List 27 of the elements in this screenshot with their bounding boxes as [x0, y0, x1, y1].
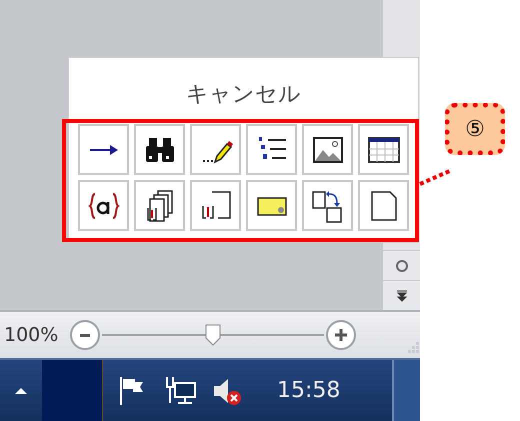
browse-section-button[interactable]	[302, 180, 353, 231]
browse-find-button[interactable]	[134, 124, 185, 175]
browse-page-button[interactable]	[358, 180, 409, 231]
zoom-out-button[interactable]	[70, 320, 100, 350]
double-down-arrow-icon	[396, 290, 408, 302]
clock[interactable]: 15:58	[277, 378, 340, 403]
browse-field-button[interactable]	[78, 180, 129, 231]
browse-edits-button[interactable]	[190, 124, 241, 175]
network-icon[interactable]	[163, 374, 197, 406]
next-page-button[interactable]	[383, 280, 420, 310]
show-hidden-icons-icon[interactable]	[14, 386, 28, 394]
arrow-icon	[90, 144, 118, 154]
browse-table-button[interactable]	[358, 124, 409, 175]
plus-icon	[335, 329, 348, 341]
zoom-in-button[interactable]	[326, 320, 356, 350]
browse-footnote-button[interactable]	[190, 180, 241, 231]
browse-go-to-button[interactable]	[78, 124, 129, 175]
browse-object-button[interactable]	[383, 250, 420, 280]
browse-graphic-button[interactable]	[302, 124, 353, 175]
cancel-button[interactable]: キャンセル	[178, 74, 309, 114]
browse-comment-button[interactable]	[246, 180, 297, 231]
browse-heading-button[interactable]	[246, 124, 297, 175]
browse-endnote-button[interactable]	[134, 180, 185, 231]
slider-thumb[interactable]	[205, 324, 222, 346]
circle-icon	[394, 258, 408, 272]
zoom-level: 100%	[4, 324, 58, 346]
callout-badge: ⑤	[445, 103, 505, 155]
